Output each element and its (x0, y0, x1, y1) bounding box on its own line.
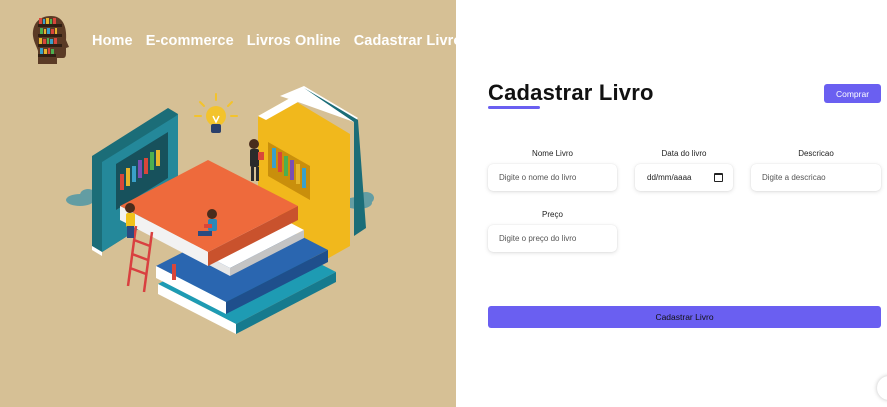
nav-item-cadastrar-livro[interactable]: Cadastrar Livro (354, 33, 456, 49)
lightbulb-icon (194, 93, 238, 133)
date-label: Data do livro (661, 149, 707, 158)
price-label: Preço (542, 210, 563, 219)
form-panel: Cadastrar Livro Comprar Nome Livro Data … (456, 0, 887, 407)
books-illustration (66, 86, 374, 334)
price-input[interactable] (488, 225, 617, 252)
page-title: Cadastrar Livro (488, 80, 654, 105)
main-nav: Home E-commerce Livros Online Cadastrar … (92, 33, 456, 49)
title-underline (488, 106, 540, 109)
date-value: dd/mm/aaaa (647, 173, 692, 182)
hero-panel: Home E-commerce Livros Online Cadastrar … (0, 0, 456, 407)
book-name-input[interactable] (488, 164, 617, 191)
buy-button[interactable]: Comprar (824, 84, 881, 103)
floating-action-circle[interactable] (877, 376, 887, 400)
name-label: Nome Livro (532, 149, 573, 158)
nav-item-home[interactable]: Home (92, 33, 133, 49)
submit-button[interactable]: Cadastrar Livro (488, 306, 881, 328)
description-input[interactable] (751, 164, 881, 191)
description-label: Descricao (798, 149, 834, 158)
nav-item-livros-online[interactable]: Livros Online (247, 33, 341, 49)
head-bookshelf-logo-icon[interactable] (30, 14, 72, 66)
calendar-icon[interactable] (714, 173, 723, 182)
book-date-input[interactable]: dd/mm/aaaa (635, 164, 733, 191)
nav-item-ecommerce[interactable]: E-commerce (146, 33, 234, 49)
